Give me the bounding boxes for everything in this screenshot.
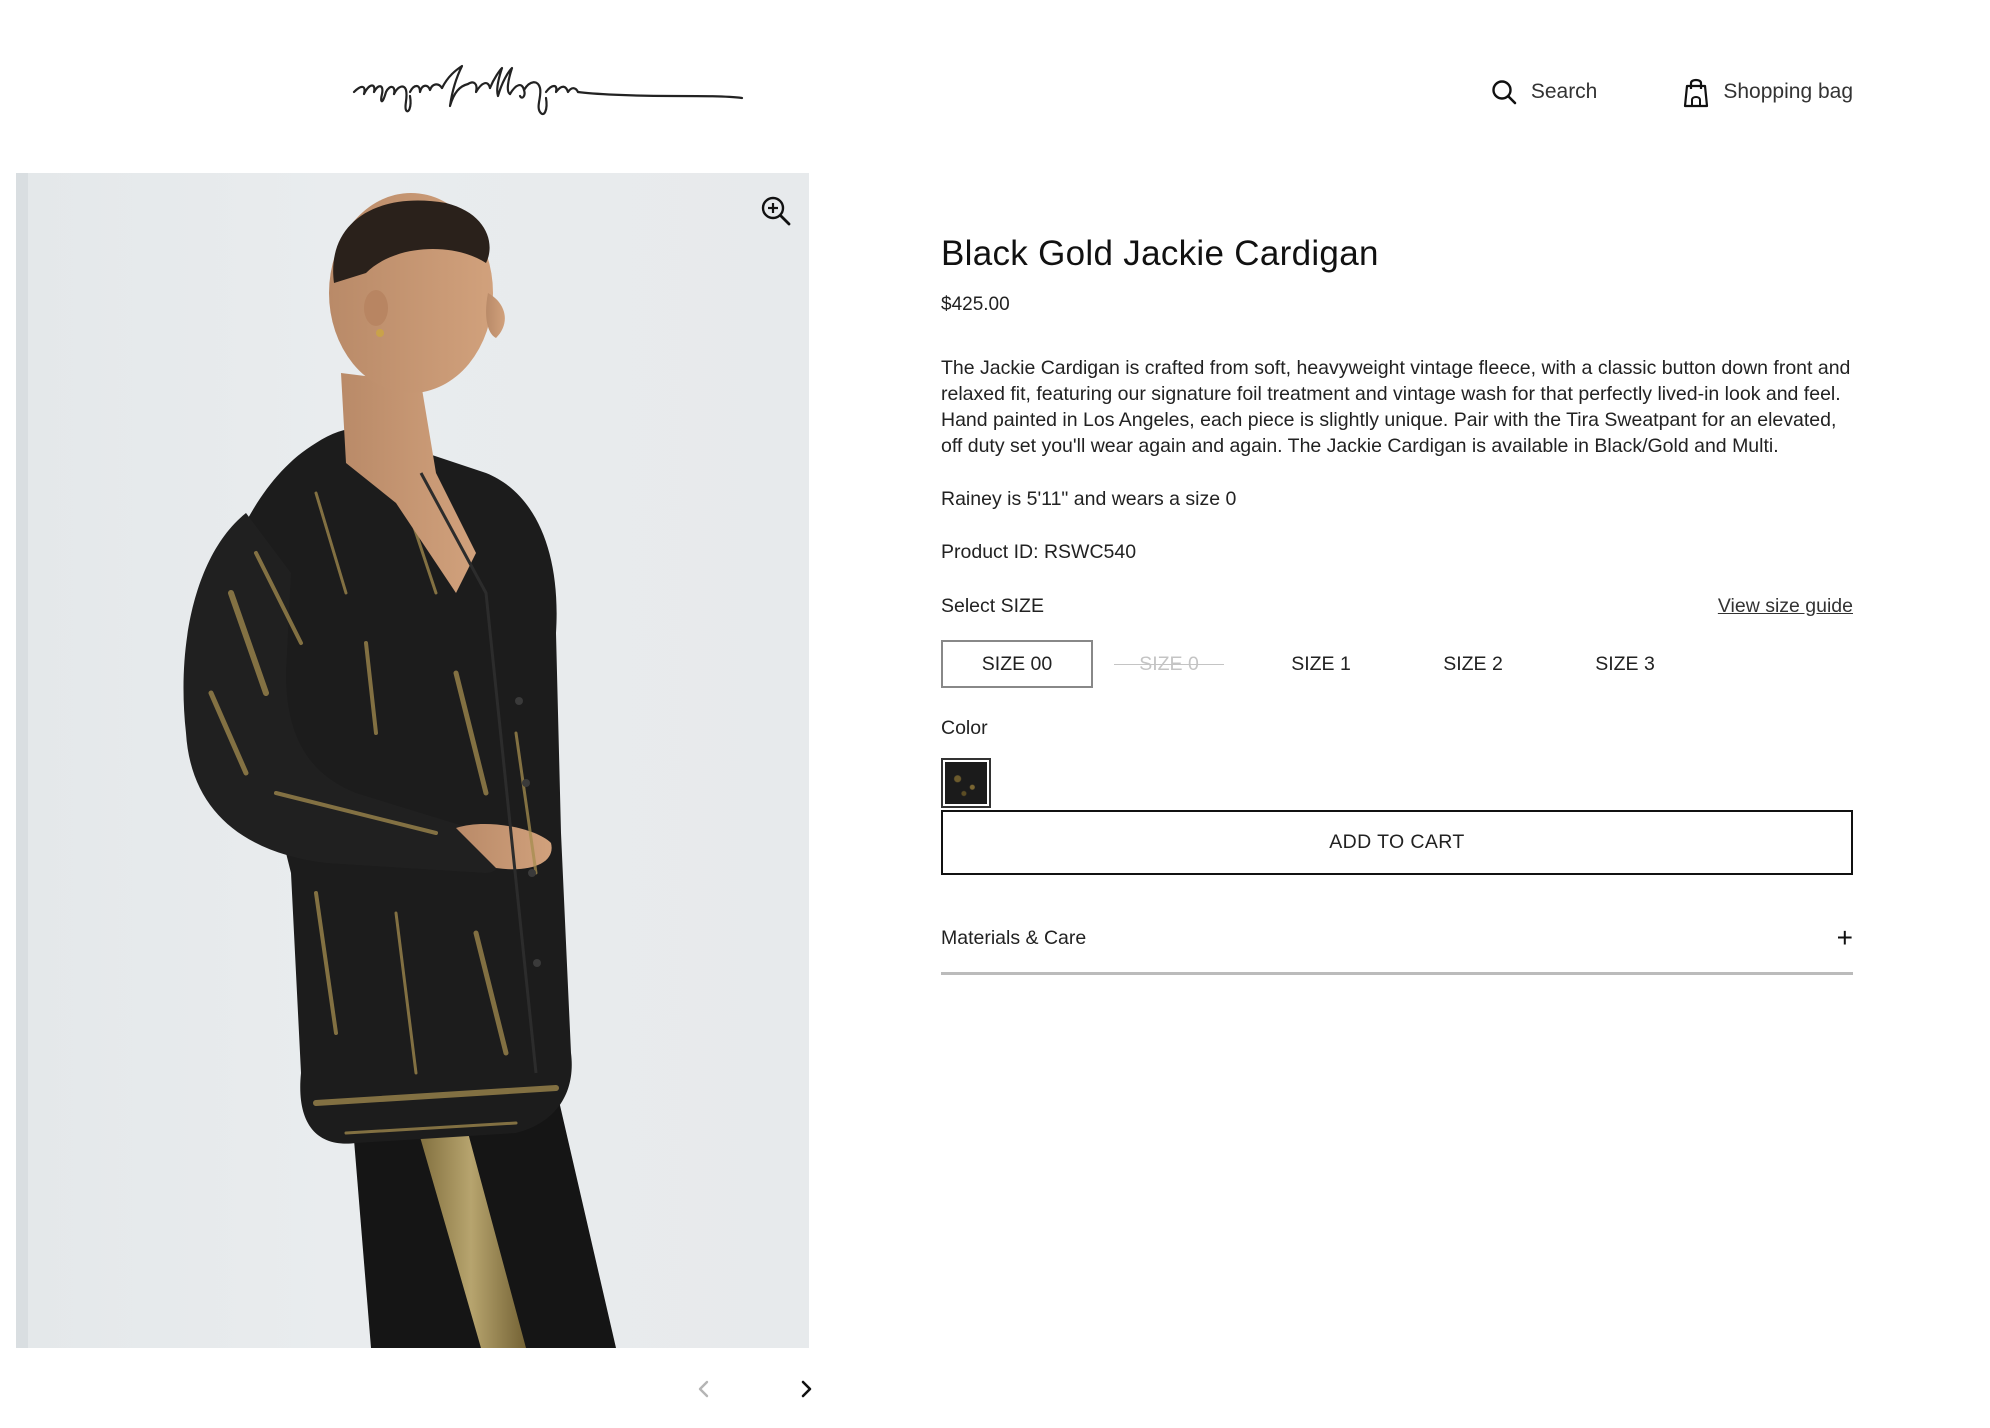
chevron-right-icon — [801, 1380, 812, 1398]
product-price: $425.00 — [941, 294, 1010, 315]
model-size-note: Rainey is 5'11" and wears a size 0 — [941, 488, 1237, 510]
select-size-label: Select SIZE — [941, 595, 1044, 617]
color-swatch-black-gold[interactable] — [941, 758, 991, 808]
size-option-2[interactable]: SIZE 2 — [1397, 640, 1549, 688]
materials-care-label: Materials & Care — [941, 927, 1087, 949]
product-description: The Jackie Cardigan is crafted from soft… — [941, 357, 1851, 457]
size-selector: SIZE 00 SIZE 0 SIZE 1 SIZE 2 SIZE 3 — [941, 640, 1853, 688]
product-id: Product ID: RSWC540 — [941, 541, 1137, 563]
chevron-left-icon — [698, 1380, 709, 1398]
product-image-gallery[interactable] — [16, 173, 809, 1348]
size-guide-link[interactable]: View size guide — [1718, 595, 1853, 618]
gallery-prev-button[interactable] — [689, 1374, 719, 1404]
shopping-bag-label: Shopping bag — [1723, 80, 1853, 103]
header-actions: Search Shopping bag — [1491, 76, 1853, 108]
size-option-3[interactable]: SIZE 3 — [1549, 640, 1701, 688]
materials-care-accordion[interactable]: Materials & Care + — [941, 911, 1853, 975]
product-photo — [183, 193, 616, 1348]
shopping-bag-button[interactable]: Shopping bag — [1683, 76, 1853, 108]
zoom-in-icon[interactable] — [759, 194, 793, 228]
search-button[interactable]: Search — [1491, 79, 1598, 105]
size-option-00[interactable]: SIZE 00 — [941, 640, 1093, 688]
gallery-next-button[interactable] — [791, 1374, 821, 1404]
color-swatch-fill — [945, 762, 987, 804]
size-header: Select SIZE View size guide — [941, 595, 1853, 618]
size-option-1[interactable]: SIZE 1 — [1245, 640, 1397, 688]
color-label: Color — [941, 717, 988, 739]
shopping-bag-icon — [1684, 78, 1709, 108]
site-header: Search Shopping bag — [0, 0, 1990, 170]
product-title: Black Gold Jackie Cardigan — [941, 234, 1379, 273]
plus-icon: + — [1836, 922, 1853, 953]
size-option-0: SIZE 0 — [1093, 640, 1245, 688]
add-to-cart-button[interactable]: ADD TO CART — [941, 810, 1853, 875]
product-details: Black Gold Jackie Cardigan $425.00 The J… — [941, 230, 1853, 975]
brand-logo[interactable] — [352, 62, 744, 122]
search-icon — [1492, 80, 1517, 105]
search-label: Search — [1530, 80, 1598, 103]
